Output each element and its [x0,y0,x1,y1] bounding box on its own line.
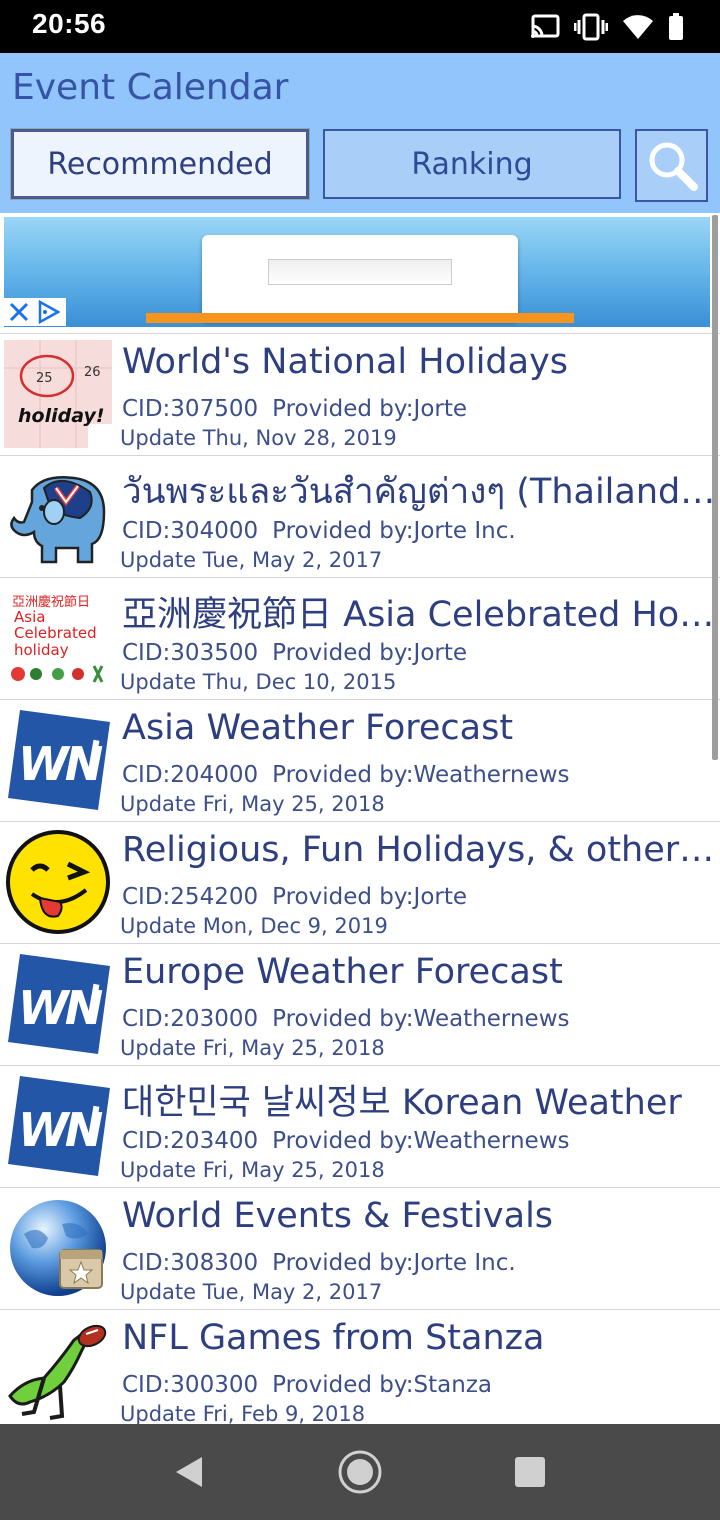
list-item[interactable]: NFL Games from Stanza CID:300300 Provided… [0,1309,720,1431]
tab-recommended[interactable]: Recommended [11,129,309,199]
back-icon[interactable] [172,1455,204,1489]
search-icon [649,142,698,191]
calendar-meta: CID:203000 Provided by:Weathernews [122,1006,584,1032]
calendar-meta: CID:204000 Provided by:Weathernews [122,762,584,788]
ad-controls [4,298,66,326]
cast-icon [531,14,560,38]
globe-calendar-icon [4,1194,112,1302]
app-bar: Event Calendar Recommended Ranking [0,53,720,213]
calendar-provider: Provided by:Jorte [272,640,468,666]
close-icon[interactable] [8,301,30,323]
list-item[interactable]: WN Europe Weather Forecast CID:203000 Pro… [0,943,720,1065]
status-icons [530,10,684,44]
calendar-cid: CID:254200 [122,884,259,910]
calendar-name: 대한민국 날씨정보 Korean Weather [122,1083,682,1123]
home-icon[interactable] [337,1449,383,1495]
calendar-name: 亞洲慶祝節日 Asia Celebrated Holid... [122,595,716,635]
calendar-updated: Update Fri, Feb 9, 2018 [120,1402,366,1426]
calendar-provider: Provided by:Jorte Inc. [272,518,516,544]
status-bar: 20:56 [0,0,720,53]
calendar-name: Asia Weather Forecast [122,708,514,748]
calendar-provider: Provided by:Weathernews [272,762,570,788]
asia-holiday-icon: 亞洲慶祝節日 Asia Celebrated holiday [4,584,112,692]
holiday-calendar-icon: 25 26 holiday! [4,340,112,448]
ad-banner-text [54,219,664,229]
weathernews-logo-icon: WN [4,706,112,814]
list-item[interactable]: World Events & Festivals CID:308300 Provi… [0,1187,720,1309]
list-item[interactable]: WN Asia Weather Forecast CID:204000 Provi… [0,699,720,821]
holiday-icon-text: holiday! [18,405,105,427]
ad-banner[interactable] [4,217,710,327]
list-item[interactable]: 亞洲慶祝節日 Asia Celebrated holiday 亞洲慶祝節日 As… [0,577,720,699]
holiday-icon-num-1: 25 [36,371,53,386]
winking-smiley-icon [4,828,112,936]
system-nav-bar [0,1424,720,1520]
calendar-meta: CID:203400 Provided by:Weathernews [122,1128,584,1154]
calendar-meta: CID:303500 Provided by:Jorte [122,640,481,666]
calendar-cid: CID:303500 [122,640,259,666]
frog-football-icon [4,1316,112,1424]
battery-icon [669,13,683,40]
ad-logo [268,259,452,285]
calendar-updated: Update Fri, May 25, 2018 [120,1158,385,1182]
calendar-updated: Update Tue, May 2, 2017 [120,548,383,572]
calendar-provider: Provided by:Weathernews [272,1128,570,1154]
adchoices-icon[interactable] [36,300,60,324]
calendar-name: NFL Games from Stanza [122,1318,545,1358]
calendar-meta: CID:308300 Provided by:Jorte Inc. [122,1250,530,1276]
calendar-cid: CID:300300 [122,1372,259,1398]
recents-icon[interactable] [514,1456,546,1488]
elephant-icon [4,462,112,570]
calendar-provider: Provided by:Jorte Inc. [272,1250,516,1276]
app-title: Event Calendar [12,67,289,108]
calendar-updated: Update Fri, May 25, 2018 [120,1036,385,1060]
holiday-icon-num-2: 26 [84,365,101,380]
calendar-updated: Update Tue, May 2, 2017 [120,1280,383,1304]
calendar-meta: CID:304000 Provided by:Jorte Inc. [122,518,530,544]
calendar-provider: Provided by:Stanza [272,1372,493,1398]
calendar-cid: CID:304000 [122,518,259,544]
calendar-updated: Update Thu, Nov 28, 2019 [120,426,397,450]
weathernews-logo-icon: WN [4,1072,112,1180]
calendar-name: World's National Holidays [122,342,569,382]
calendar-updated: Update Fri, May 25, 2018 [120,792,385,816]
calendar-name: World Events & Festivals [122,1196,554,1236]
calendar-cid: CID:307500 [122,396,259,422]
calendar-provider: Provided by:Jorte [272,884,468,910]
calendar-meta: CID:254200 Provided by:Jorte [122,884,481,910]
calendar-updated: Update Thu, Dec 10, 2015 [120,670,397,694]
calendar-name: Europe Weather Forecast [122,952,563,992]
calendar-cid: CID:203000 [122,1006,259,1032]
ad-cta-bar [146,313,574,323]
calendar-provider: Provided by:Jorte [272,396,468,422]
calendar-provider: Provided by:Weathernews [272,1006,570,1032]
wifi-icon [623,15,653,39]
asia-icon-line-4: holiday [14,641,69,659]
calendar-meta: CID:307500 Provided by:Jorte [122,396,481,422]
calendar-updated: Update Mon, Dec 9, 2019 [120,914,388,938]
asia-icon-line-3: Celebrated [14,624,97,642]
ad-phone-image [202,235,518,321]
status-time: 20:56 [32,8,107,39]
weathernews-logo-icon: WN [4,950,112,1058]
calendar-cid: CID:203400 [122,1128,259,1154]
list-item[interactable]: วันพระและวันสำคัญต่างๆ (Thailand S... CI… [0,455,720,577]
calendar-name: Religious, Fun Holidays, & other Cal... [122,830,716,870]
tab-ranking[interactable]: Ranking [323,129,621,199]
search-button[interactable] [635,129,708,202]
list-scrollbar[interactable] [712,215,718,760]
calendar-cid: CID:204000 [122,762,259,788]
vibrate-icon [574,13,608,41]
calendar-name: วันพระและวันสำคัญต่างๆ (Thailand S... [122,472,716,512]
list-item[interactable]: Religious, Fun Holidays, & other Cal... … [0,821,720,943]
calendar-list: 25 26 holiday! World's National Holidays… [0,333,720,1431]
list-item[interactable]: 25 26 holiday! World's National Holidays… [0,333,720,455]
calendar-cid: CID:308300 [122,1250,259,1276]
list-item[interactable]: WN 대한민국 날씨정보 Korean Weather CID:203400 Pr… [0,1065,720,1187]
calendar-meta: CID:300300 Provided by:Stanza [122,1372,506,1398]
